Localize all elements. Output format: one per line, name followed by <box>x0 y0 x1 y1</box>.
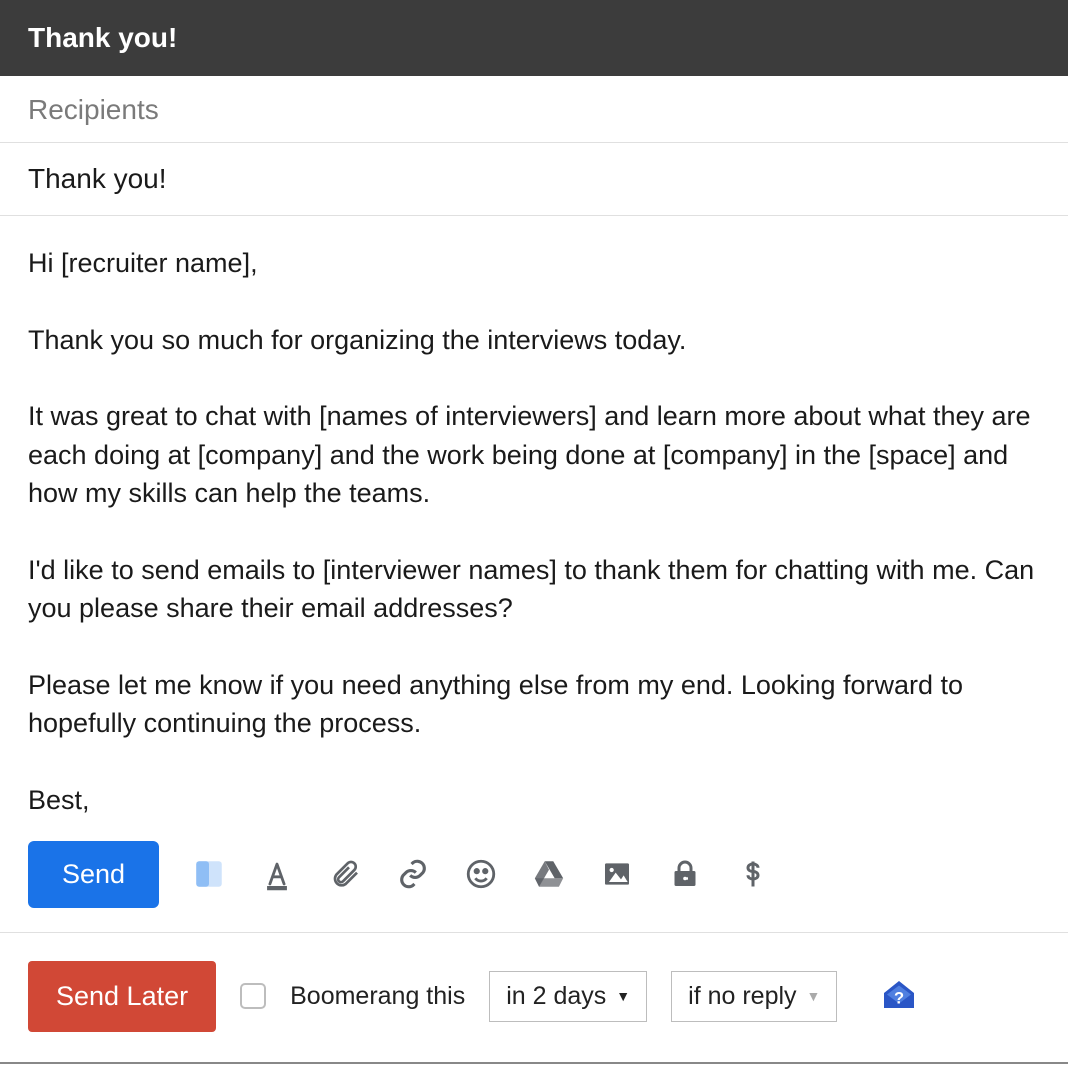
footer-divider <box>0 1062 1068 1064</box>
boomerang-checkbox[interactable] <box>240 983 266 1009</box>
confidential-icon[interactable] <box>667 856 703 892</box>
subject-field[interactable]: Thank you! <box>0 143 1068 216</box>
recipients-field[interactable]: Recipients <box>0 76 1068 143</box>
drive-icon[interactable] <box>531 856 567 892</box>
send-button[interactable]: Send <box>28 841 159 908</box>
money-icon[interactable] <box>735 856 771 892</box>
format-icon[interactable] <box>259 856 295 892</box>
compose-title: Thank you! <box>28 22 177 53</box>
emoji-icon[interactable] <box>463 856 499 892</box>
boomerang-label: Boomerang this <box>290 982 465 1011</box>
boomerang-condition-value: if no reply <box>688 982 796 1011</box>
image-icon[interactable] <box>599 856 635 892</box>
link-icon[interactable] <box>395 856 431 892</box>
compose-toolbar: Send <box>0 829 1068 933</box>
body-editor[interactable]: Hi [recruiter name], Thank you so much f… <box>0 216 1068 829</box>
chevron-down-icon: ▼ <box>807 988 821 1004</box>
boomerang-help-icon[interactable]: ? <box>881 978 917 1014</box>
svg-text:?: ? <box>894 990 904 1008</box>
boomerang-delay-value: in 2 days <box>506 982 606 1011</box>
chevron-down-icon: ▼ <box>616 988 630 1004</box>
boomerang-condition-select[interactable]: if no reply ▼ <box>671 971 837 1022</box>
boomerang-toolbar: Send Later Boomerang this in 2 days ▼ if… <box>0 933 1068 1060</box>
send-later-button[interactable]: Send Later <box>28 961 216 1032</box>
boomerang-delay-select[interactable]: in 2 days ▼ <box>489 971 647 1022</box>
boomerang-app-icon[interactable] <box>191 856 227 892</box>
subject-text: Thank you! <box>28 163 167 194</box>
attach-icon[interactable] <box>327 856 363 892</box>
compose-header: Thank you! <box>0 0 1068 76</box>
recipients-placeholder: Recipients <box>28 94 159 125</box>
